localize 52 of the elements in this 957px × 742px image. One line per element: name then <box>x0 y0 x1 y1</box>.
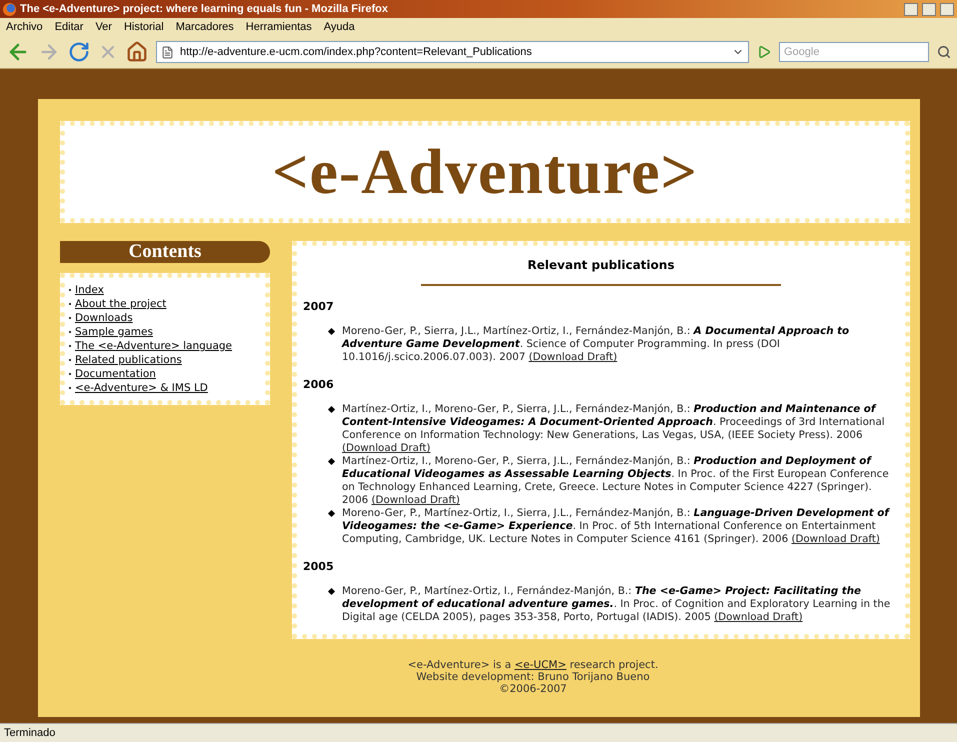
menu-item[interactable]: Historial <box>124 21 164 33</box>
reload-icon[interactable] <box>68 41 90 63</box>
page-icon <box>161 46 174 58</box>
nav-link[interactable]: Sample games <box>75 326 153 338</box>
publication-entry: Moreno-Ger, P., Sierra, J.L., Martínez-Ortiz, I., Fernández-Manjón, B.: A Documental Approach to Adventure Game Development. Science of Computer Programming. In press (DOI 10.1016/j.scico.2006.07.003). 2007 (Download Draft) <box>342 325 850 364</box>
bullet-icon <box>328 406 336 414</box>
download-link[interactable]: (Download Draft) <box>372 494 460 506</box>
nav-link[interactable]: Related publications <box>75 354 182 366</box>
publication-entry: Moreno-Ger, P., Martínez-Ortiz, I., Sierra, J.L., Fernández-Manjón, B.: Language-Driven Development of Videogames: the <e-Game> Experience. In Proc. of 5th International Conference on Entertainment Computing, Cambridge, UK. Lecture Notes in Computer Science 4161 (Springer). 2006 (Download Draft) <box>342 507 891 546</box>
go-icon[interactable] <box>757 45 771 59</box>
menu-item[interactable]: Editar <box>54 21 84 33</box>
maximize-button[interactable] <box>922 2 936 16</box>
nav-link[interactable]: About the project <box>75 298 166 310</box>
minimize-button[interactable] <box>904 2 918 16</box>
menu-item[interactable]: Herramientas <box>246 21 312 33</box>
publication-entry: Martínez-Ortiz, I., Moreno-Ger, P., Sierra, J.L., Fernández-Manjón, B.: Production and Maintenance of Content-Intensive Videogames: A Document-Oriented Approach. Proceedings of 3rd International Conference on Information Technology: New Generations, Las Vegas, USA, (IEEE Society Press). 2006 (Download Draft) <box>342 403 886 455</box>
nav-link[interactable]: Documentation <box>75 368 156 380</box>
bullet-icon <box>328 588 336 596</box>
bullet-icon <box>328 510 336 518</box>
site-logo: <e-Adventure> <box>272 135 698 209</box>
download-link[interactable]: (Download Draft) <box>714 611 803 623</box>
footer-text: <e-Adventure> is a <e-UCM> research project. <box>408 659 658 671</box>
menu-item[interactable]: Archivo <box>6 21 43 33</box>
address-field[interactable]: http://e-adventure.e-ucm.com/index.php?content=Relevant_Publications <box>156 41 749 63</box>
publication-entry: Moreno-Ger, P., Martínez-Ortiz, I., Fernández-Manjón, B.: The <e-Game> Project: Facilitating the development of educational adventure games.. In Proc. of Cognition and Exploratory Learning in the Digital age (CELDA 2005), pages 353-358, Porto, Portugal (IADIS). 2005 (Download Draft) <box>342 585 892 624</box>
download-link[interactable]: (Download Draft) <box>342 442 430 454</box>
menu-item[interactable]: Ver <box>95 21 112 33</box>
download-link[interactable]: (Download Draft) <box>791 533 880 545</box>
nav-link[interactable]: The <e-Adventure> language <box>75 340 232 352</box>
year-heading: 2005 <box>303 560 335 573</box>
footer-text: Website development: Bruno Torijano Bueno <box>416 671 650 683</box>
year-heading: 2006 <box>303 378 335 391</box>
search-icon[interactable] <box>937 45 951 59</box>
browser-icon <box>3 2 16 16</box>
bullet-icon <box>328 458 336 466</box>
publication-entry: Martínez-Ortiz, I., Moreno-Ger, P., Sierra, J.L., Fernández-Manjón, B.: Production and Deployment of Educational Videogames as Assessable Learning Objects. In Proc. of the First European Conference on Technology Enhanced Learning, Crete, Greece. Lecture Notes in Computer Science 4227 (Springer). 2006 (Download Draft) <box>342 455 890 507</box>
contents-heading: Contents <box>60 241 270 263</box>
download-link[interactable]: (Download Draft) <box>528 351 618 363</box>
home-icon[interactable] <box>126 41 148 63</box>
footer-text: ©2006-2007 <box>499 683 567 695</box>
year-heading: 2007 <box>303 300 335 313</box>
footer-link[interactable]: <e-UCM> <box>514 659 566 671</box>
search-field[interactable]: Google <box>779 42 929 62</box>
nav-link[interactable]: Index <box>75 284 104 296</box>
menu-item[interactable]: Ayuda <box>324 21 355 33</box>
nav-link[interactable]: Downloads <box>75 312 133 324</box>
close-button[interactable] <box>940 2 954 16</box>
window-title: The <e-Adventure> project: where learning equals fun - Mozilla Firefox <box>20 3 389 15</box>
page-title: Relevant publications <box>421 258 781 286</box>
menu-item[interactable]: Marcadores <box>176 21 234 33</box>
nav-link[interactable]: <e-Adventure> & IMS LD <box>75 382 208 394</box>
bullet-icon <box>328 328 336 336</box>
